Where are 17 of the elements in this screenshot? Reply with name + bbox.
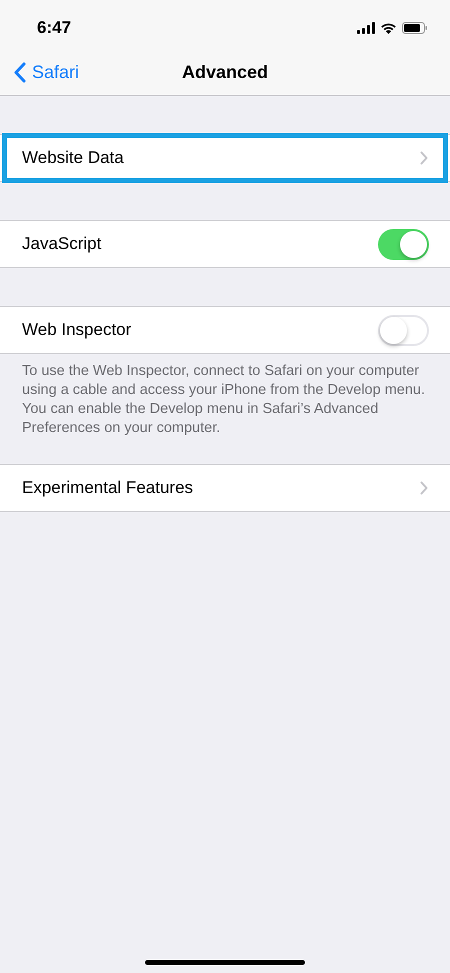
wifi-icon bbox=[380, 22, 397, 34]
toggle-switch[interactable] bbox=[378, 228, 429, 260]
row-label: JavaScript bbox=[22, 234, 102, 254]
row-label: Web Inspector bbox=[22, 320, 132, 340]
signal-icon bbox=[357, 22, 375, 34]
back-button[interactable]: Safari bbox=[12, 60, 82, 85]
chevron-right-icon bbox=[420, 481, 428, 495]
battery-icon bbox=[402, 22, 428, 34]
row-label: Website Data bbox=[22, 148, 124, 168]
chevron-left-icon bbox=[14, 62, 26, 83]
status-time: 6:47 bbox=[37, 18, 72, 38]
row-label: Experimental Features bbox=[22, 478, 194, 498]
footer-note: To use the Web Inspector, connect to Safari on your computer using a cable and access your iPhone from the Develop menu. You can enable the Develop menu in Safari’s Advanced Preferences on your computer. bbox=[21, 362, 426, 438]
settings-row[interactable]: Experimental Features bbox=[0, 465, 450, 511]
toggle-switch[interactable] bbox=[378, 314, 429, 346]
chevron-right-icon bbox=[420, 151, 428, 165]
nav-title: Advanced bbox=[182, 62, 268, 83]
